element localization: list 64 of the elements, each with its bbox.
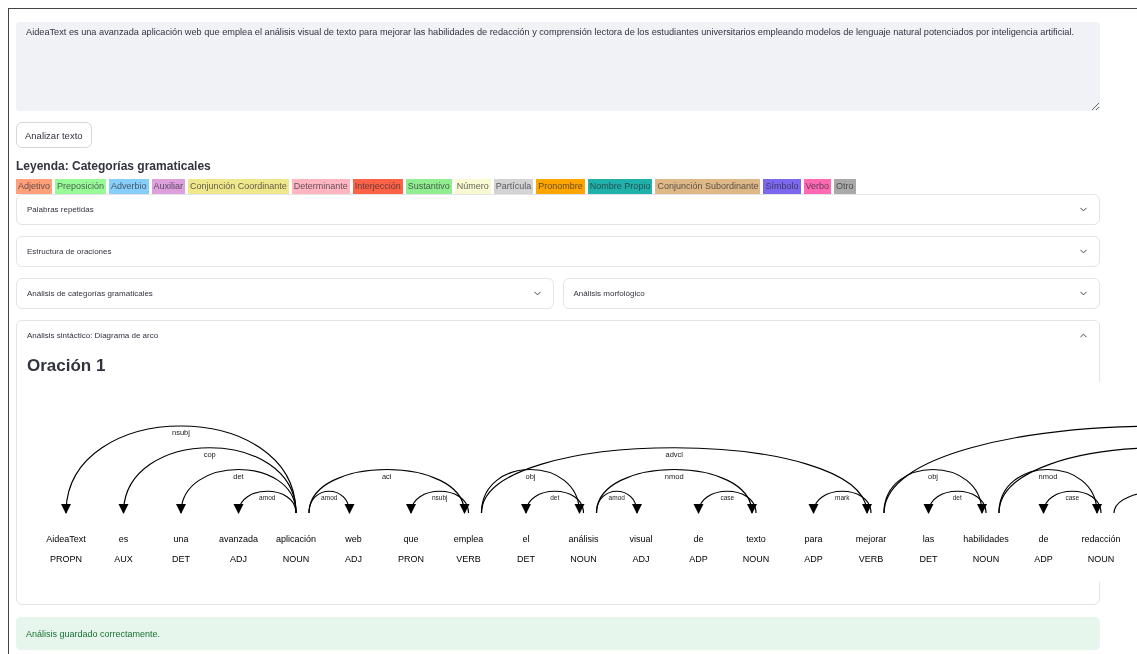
word-text: es xyxy=(118,534,129,544)
pos-tag: NOUN xyxy=(742,554,770,564)
pos-tag: AUX xyxy=(114,554,133,564)
category-tag: Símbolo xyxy=(763,179,801,194)
category-tag: Pronombre xyxy=(536,179,585,194)
word-text: de xyxy=(1038,534,1049,544)
pos-tag: NOUN xyxy=(1087,554,1115,564)
pos-tag: DET xyxy=(172,554,190,564)
word-text: las xyxy=(922,534,935,544)
sentence-heading: Oración 1 xyxy=(26,355,107,376)
legend-title: Leyenda: Categorías gramaticales xyxy=(16,159,212,173)
category-tag: Verbo xyxy=(803,179,832,194)
category-tag: Número xyxy=(454,179,491,194)
word-text: redacción xyxy=(1081,534,1121,544)
word-text: para xyxy=(804,534,823,544)
expander-header[interactable]: Palabras repetidas xyxy=(17,195,1099,224)
word-text: visual xyxy=(629,534,653,544)
category-tag: Partícula xyxy=(493,179,534,194)
word-text: una xyxy=(173,534,189,544)
word-text: habilidades xyxy=(963,534,1009,544)
expander-header[interactable]: Análisis de categorías gramaticales xyxy=(17,279,553,308)
category-tag: Preposición xyxy=(55,179,107,194)
category-tag: Adjetivo xyxy=(16,179,53,194)
pos-tag: PRON xyxy=(398,554,424,564)
category-tag: Sustantivo xyxy=(405,179,452,194)
category-tag: Determinante xyxy=(291,179,350,194)
word-text: texto xyxy=(746,534,766,544)
pos-tag: ADJ xyxy=(345,554,362,564)
category-tag: Adverbio xyxy=(109,179,149,194)
word-text: web xyxy=(345,534,362,544)
category-tag: Interjección xyxy=(352,179,403,194)
pos-tag: DET xyxy=(919,554,938,564)
success-message: Análisis guardado correctamente. xyxy=(16,617,1100,650)
category-tag: Nombre Propio xyxy=(587,179,653,194)
pos-tag: DET xyxy=(517,554,535,564)
analyze-button[interactable]: Analizar texto xyxy=(16,122,92,148)
pos-tag: ADP xyxy=(689,554,708,564)
pos-tag: ADP xyxy=(1034,554,1053,564)
word-text: emplea xyxy=(453,534,484,544)
word-text: mejorar xyxy=(855,534,887,544)
category-tag: Otro xyxy=(834,179,856,194)
pos-tag: NOUN xyxy=(972,554,1000,564)
word-text: aplicación xyxy=(276,534,316,544)
pos-tag: VERB xyxy=(456,554,481,564)
pos-tag: VERB xyxy=(858,554,884,564)
pos-tag: PROPN xyxy=(50,554,82,564)
expander-header[interactable]: Análisis sintáctico: Diagrama de arco xyxy=(17,321,1099,350)
category-tag: Conjunción Coordinante xyxy=(188,179,289,194)
expander-header[interactable]: Análisis morfológico xyxy=(563,279,1099,308)
pos-tag: ADP xyxy=(804,554,823,564)
category-tag: Conjunción Subordinante xyxy=(655,179,761,194)
word-text: el xyxy=(522,534,530,544)
expander-header[interactable]: Estructura de oraciones xyxy=(17,237,1099,266)
word-text: que xyxy=(403,534,419,544)
pos-tag: NOUN xyxy=(282,554,310,564)
word-text: AideaText xyxy=(46,534,86,544)
word-text: análisis xyxy=(568,534,599,544)
pos-tag: ADJ xyxy=(632,554,650,564)
category-tag: Auxiliar xyxy=(151,179,186,194)
pos-tag: NOUN xyxy=(570,554,597,564)
pos-tag: ADJ xyxy=(230,554,247,564)
word-text: avanzada xyxy=(219,534,258,544)
word-text: de xyxy=(693,534,704,544)
text-input[interactable]: AideaText es una avanzada aplicación web que emplea el análisis visual de texto para mejorar las habilidades de redacción y comprensión lectora de los estudiantes universitarios empleando modelos de lenguaje natural potenciados por inteligencia artificial. xyxy=(16,22,1100,111)
